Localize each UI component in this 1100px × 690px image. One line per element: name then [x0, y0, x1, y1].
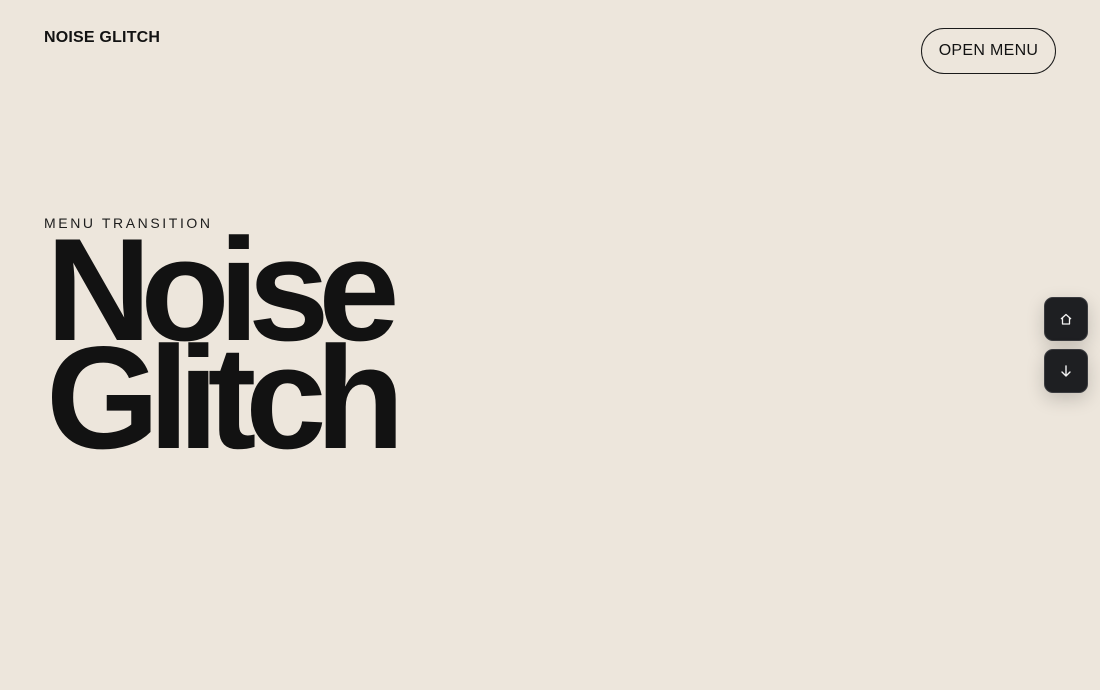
scroll-down-button[interactable]: [1044, 349, 1088, 393]
brand-logo[interactable]: NOISE GLITCH: [44, 29, 160, 47]
home-icon: [1058, 311, 1074, 327]
open-menu-button[interactable]: OPEN MENU: [921, 28, 1056, 74]
arrow-down-icon: [1058, 363, 1074, 379]
side-nav: [1044, 297, 1088, 393]
hero-title-line-2: Glitch: [46, 316, 405, 479]
hero-title: Noise Glitch: [46, 217, 405, 479]
page: NOISE GLITCH OPEN MENU MENU TRANSITION N…: [0, 0, 1100, 690]
home-button[interactable]: [1044, 297, 1088, 341]
